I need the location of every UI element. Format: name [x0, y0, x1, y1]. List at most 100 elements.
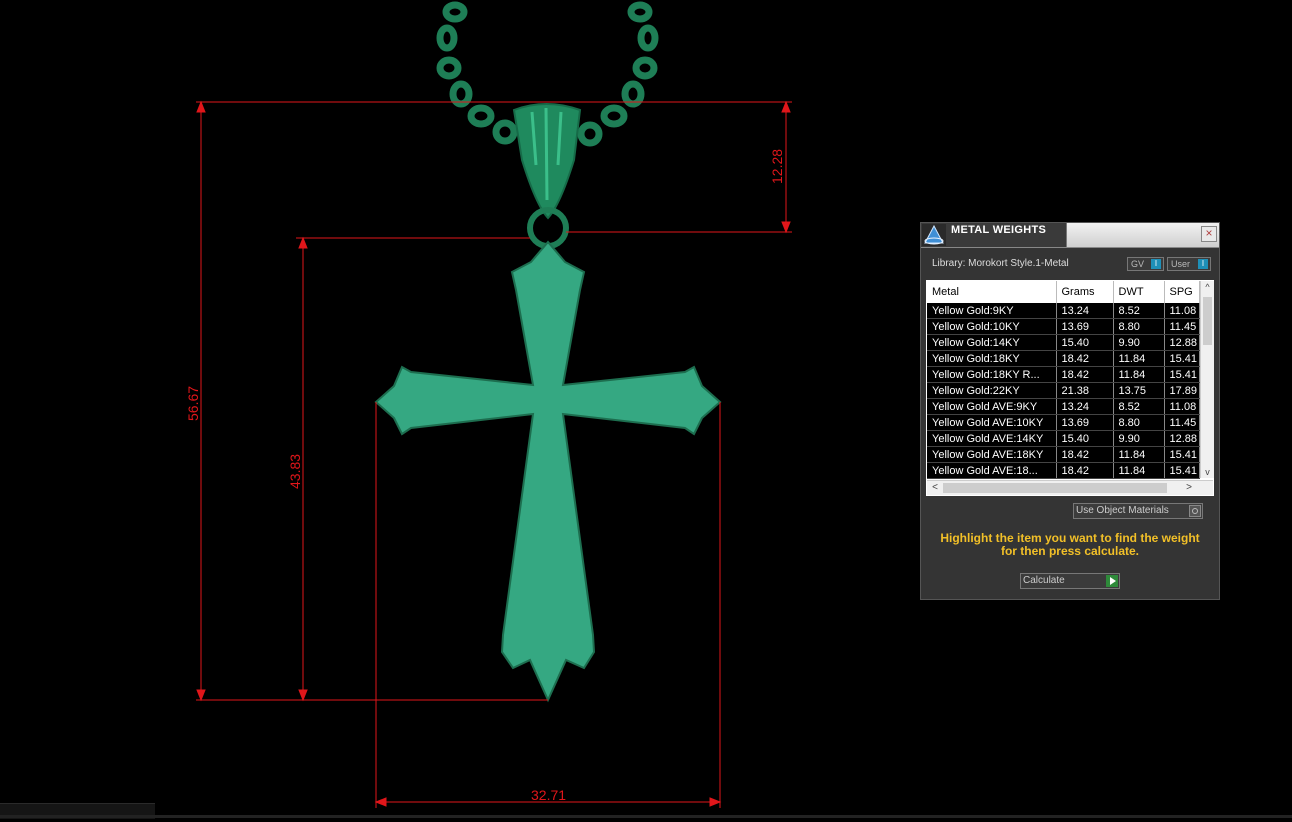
- user-toggle[interactable]: User I: [1167, 257, 1211, 271]
- table-row[interactable]: Yellow Gold:22KY 21.38 13.75 17.89: [927, 382, 1200, 399]
- chain-link: [637, 24, 659, 52]
- scroll-up-icon[interactable]: ^: [1201, 281, 1214, 293]
- table-cell: Yellow Gold:9KY: [927, 303, 1057, 319]
- table-cell: Yellow Gold AVE:10KY: [927, 414, 1057, 431]
- column-header[interactable]: DWT: [1113, 281, 1165, 303]
- dimension-label-body-height: 43.83: [287, 453, 303, 489]
- calculate-button[interactable]: Calculate: [1020, 573, 1120, 589]
- table-cell: 11.84: [1113, 462, 1165, 479]
- chain-link: [600, 104, 628, 128]
- table-row[interactable]: Yellow Gold:10KY 13.69 8.80 11.45: [927, 318, 1200, 335]
- table-cell: 21.38: [1056, 382, 1114, 399]
- dimension-label-top-height: 12.28: [769, 148, 785, 184]
- column-header[interactable]: SPG: [1164, 281, 1200, 303]
- metal-table-container: Metal Grams DWT SPG Yellow Gold:9KY 13.24 8.5…: [926, 280, 1214, 496]
- scroll-down-icon[interactable]: v: [1201, 466, 1214, 478]
- table-row[interactable]: Yellow Gold:18KY R... 18.42 11.84 15.41: [927, 366, 1200, 383]
- table-row[interactable]: Yellow Gold AVE:14KY 15.40 9.90 12.88: [927, 430, 1200, 447]
- user-toggle-label: User: [1171, 259, 1191, 269]
- table-cell: 8.52: [1113, 303, 1165, 319]
- table-cell: Yellow Gold:18KY R...: [927, 366, 1057, 383]
- metal-weights-table: Metal Grams DWT SPG Yellow Gold:9KY 13.24 8.5…: [927, 281, 1200, 479]
- table-cell: Yellow Gold:18KY: [927, 350, 1057, 367]
- chain-link: [632, 56, 658, 80]
- library-label: Library: Morokort Style.1-Metal: [932, 258, 1069, 269]
- chain-link: [621, 80, 645, 108]
- table-cell: 8.52: [1113, 398, 1165, 415]
- horizontal-scroll-thumb[interactable]: [943, 483, 1167, 493]
- horizontal-scrollbar[interactable]: < >: [927, 480, 1213, 495]
- table-cell: Yellow Gold AVE:9KY: [927, 398, 1057, 415]
- table-cell: 11.84: [1113, 446, 1165, 463]
- table-cell: Yellow Gold:14KY: [927, 334, 1057, 351]
- table-row[interactable]: Yellow Gold:14KY 15.40 9.90 12.88: [927, 334, 1200, 351]
- table-cell: Yellow Gold AVE:18...: [927, 462, 1057, 479]
- table-cell: 18.42: [1056, 366, 1114, 383]
- chain-link: [449, 80, 473, 108]
- table-cell: 8.80: [1113, 414, 1165, 431]
- radio-icon[interactable]: [1189, 505, 1201, 517]
- table-cell: 13.69: [1056, 414, 1114, 431]
- metal-weights-panel: METAL WEIGHTS × Library: Morokort Style.…: [920, 222, 1220, 600]
- table-row[interactable]: Yellow Gold AVE:9KY 13.24 8.52 11.08: [927, 398, 1200, 415]
- chain-link: [492, 119, 518, 145]
- table-cell: 13.69: [1056, 318, 1114, 335]
- table-row[interactable]: Yellow Gold:18KY 18.42 11.84 15.41: [927, 350, 1200, 367]
- table-cell: 13.75: [1113, 382, 1165, 399]
- use-object-materials-label: Use Object Materials: [1076, 505, 1169, 516]
- panel-title-tab: METAL WEIGHTS: [921, 223, 1067, 247]
- table-cell: 11.45: [1164, 414, 1200, 431]
- chain-link: [467, 104, 495, 128]
- table-cell: 12.88: [1164, 430, 1200, 447]
- dimension-lines: [196, 100, 792, 808]
- table-row[interactable]: Yellow Gold AVE:18KY 18.42 11.84 15.41: [927, 446, 1200, 463]
- table-cell: 13.24: [1056, 398, 1114, 415]
- gv-toggle[interactable]: GV I: [1127, 257, 1164, 271]
- table-row[interactable]: Yellow Gold AVE:18... 18.42 11.84 15.41: [927, 462, 1200, 479]
- table-cell: 9.90: [1113, 334, 1165, 351]
- table-cell: 15.41: [1164, 462, 1200, 479]
- table-cell: 18.42: [1056, 462, 1114, 479]
- gv-toggle-knob: I: [1151, 259, 1161, 269]
- table-cell: 11.08: [1164, 398, 1200, 415]
- panel-titlebar[interactable]: METAL WEIGHTS ×: [921, 223, 1219, 248]
- table-cell: 15.41: [1164, 446, 1200, 463]
- table-header-row: Metal Grams DWT SPG: [927, 281, 1200, 303]
- table-cell: 11.08: [1164, 303, 1200, 319]
- chain-link: [577, 121, 603, 147]
- calculate-label: Calculate: [1023, 575, 1065, 586]
- vertical-scrollbar[interactable]: ^ v: [1200, 281, 1214, 478]
- column-header[interactable]: Grams: [1056, 281, 1114, 303]
- table-row[interactable]: Yellow Gold:9KY 13.24 8.52 11.08: [927, 303, 1200, 319]
- table-cell: 11.45: [1164, 318, 1200, 335]
- app-logo-icon: [922, 224, 946, 246]
- scroll-left-icon[interactable]: <: [929, 481, 941, 495]
- table-cell: 9.90: [1113, 430, 1165, 447]
- table-cell: 8.80: [1113, 318, 1165, 335]
- pendant-bail: [512, 103, 582, 249]
- panel-title: METAL WEIGHTS: [951, 224, 1047, 236]
- use-object-materials-option[interactable]: Use Object Materials: [1073, 503, 1203, 519]
- table-cell: 13.24: [1056, 303, 1114, 319]
- table-cell: 12.88: [1164, 334, 1200, 351]
- table-cell: 15.40: [1056, 334, 1114, 351]
- table-body: Yellow Gold:9KY 13.24 8.52 11.08 Yellow Gold…: [927, 303, 1200, 479]
- instruction-text: Highlight the item you want to find the …: [940, 531, 1200, 558]
- table-cell: Yellow Gold AVE:14KY: [927, 430, 1057, 447]
- cross-pendant: [374, 240, 722, 703]
- table-cell: 11.84: [1113, 366, 1165, 383]
- close-button[interactable]: ×: [1201, 226, 1217, 242]
- vertical-scroll-thumb[interactable]: [1203, 297, 1212, 345]
- dimension-label-width: 32.71: [531, 787, 567, 803]
- table-cell: 11.84: [1113, 350, 1165, 367]
- table-cell: Yellow Gold AVE:18KY: [927, 446, 1057, 463]
- table-cell: 15.40: [1056, 430, 1114, 447]
- chain-link: [442, 1, 468, 23]
- column-header[interactable]: Metal: [927, 281, 1057, 303]
- table-cell: 15.41: [1164, 350, 1200, 367]
- gv-toggle-label: GV: [1131, 259, 1145, 269]
- table-row[interactable]: Yellow Gold AVE:10KY 13.69 8.80 11.45: [927, 414, 1200, 431]
- chain-link: [436, 24, 458, 52]
- scroll-right-icon[interactable]: >: [1183, 481, 1195, 495]
- table-cell: 17.89: [1164, 382, 1200, 399]
